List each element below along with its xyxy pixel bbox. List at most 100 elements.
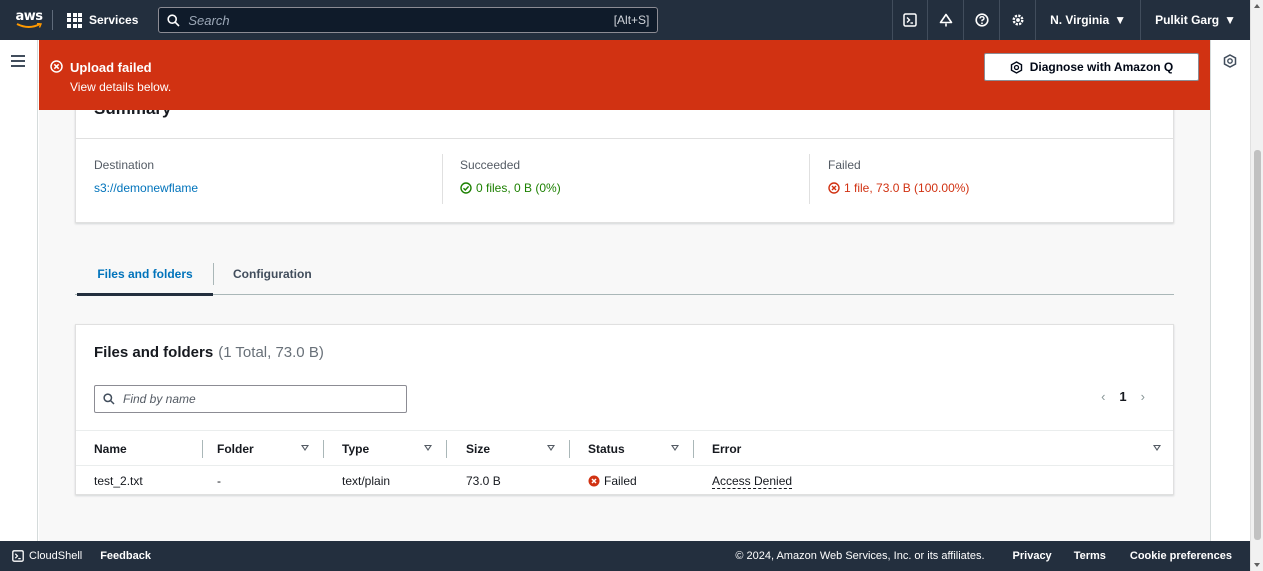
column-header-error[interactable]: Error [712, 431, 741, 467]
destination-value: s3://demonewflame [94, 181, 198, 195]
services-menu-button[interactable]: Services [53, 0, 148, 40]
column-divider [446, 440, 447, 458]
previous-page-icon[interactable]: ‹ [1101, 389, 1105, 404]
services-label: Services [89, 13, 139, 27]
menu-icon[interactable] [11, 55, 25, 70]
privacy-link[interactable]: Privacy [1013, 550, 1052, 562]
table-header: Name Folder Type Size Status Error [76, 430, 1173, 466]
current-page[interactable]: 1 [1119, 389, 1126, 404]
copyright-text: © 2024, Amazon Web Services, Inc. or its… [735, 550, 985, 562]
cookie-preferences-link[interactable]: Cookie preferences [1130, 550, 1232, 562]
error-circle-icon [828, 182, 840, 194]
column-divider [202, 440, 203, 458]
cell-size: 73.0 B [466, 474, 501, 488]
destination-link[interactable]: s3://demonewflame [94, 181, 198, 195]
files-header: Files and folders (1 Total, 73.0 B) [94, 344, 324, 361]
error-flashbar: Upload failed View details below. Diagno… [39, 40, 1210, 110]
failed-column: Failed 1 file, 73.0 B (100.00%) [828, 158, 969, 195]
caret-down-icon: ▼ [1224, 13, 1236, 27]
scrollbar-thumb[interactable] [1254, 150, 1261, 540]
sort-caret-icon[interactable] [424, 445, 432, 451]
pagination: ‹ 1 › [1101, 389, 1145, 404]
failed-text: 1 file, 73.0 B (100.00%) [844, 181, 970, 195]
success-check-icon [460, 182, 472, 194]
scroll-up-arrow-icon[interactable] [1254, 4, 1260, 8]
succeeded-text: 0 files, 0 B (0%) [476, 181, 561, 195]
amazon-q-icon [1010, 60, 1022, 74]
files-count: (1 Total, 73.0 B) [218, 344, 324, 361]
caret-down-icon: ▼ [1114, 13, 1127, 27]
page-scrollbar[interactable] [1250, 0, 1263, 571]
cloudshell-footer-button[interactable]: CloudShell [12, 550, 82, 562]
column-divider [809, 154, 810, 204]
tab-bar: Files and folders Configuration [75, 253, 1174, 296]
find-by-name-input[interactable]: Find by name [94, 385, 407, 413]
sort-caret-icon[interactable] [301, 445, 309, 451]
help-button[interactable] [964, 0, 1001, 40]
succeeded-value: 0 files, 0 B (0%) [460, 181, 561, 195]
footer: CloudShell Feedback © 2024, Amazon Web S… [0, 541, 1250, 571]
top-navigation: aws Services Search [Alt+S] N. Virginia … [0, 0, 1250, 40]
terms-link[interactable]: Terms [1074, 550, 1106, 562]
summary-divider [76, 138, 1173, 139]
next-page-icon[interactable]: › [1141, 389, 1145, 404]
failed-value: 1 file, 73.0 B (100.00%) [828, 181, 969, 195]
error-circle-icon [588, 475, 600, 487]
column-header-type[interactable]: Type [342, 431, 369, 467]
column-divider [569, 440, 570, 458]
tab-configuration[interactable]: Configuration [233, 253, 312, 295]
gear-icon [1012, 14, 1024, 26]
destination-label: Destination [94, 158, 155, 172]
destination-column: Destination s3://demonewflame [94, 158, 198, 195]
diagnose-label: Diagnose with Amazon Q [1029, 60, 1174, 74]
search-shortcut: [Alt+S] [613, 13, 650, 27]
column-header-size[interactable]: Size [466, 431, 490, 467]
tab-divider [213, 263, 214, 285]
error-circle-icon [50, 60, 63, 73]
left-side-rail [0, 40, 38, 541]
cell-status: Failed [588, 466, 637, 496]
user-name: Pulkit Garg [1155, 13, 1220, 27]
error-popover-link[interactable]: Access Denied [712, 474, 793, 489]
column-header-name[interactable]: Name [94, 431, 127, 467]
scroll-down-arrow-icon[interactable] [1254, 563, 1260, 567]
flash-subtitle: View details below. [70, 80, 172, 94]
sort-caret-icon[interactable] [547, 445, 555, 451]
column-divider [323, 440, 324, 458]
column-divider [693, 440, 694, 458]
feedback-link[interactable]: Feedback [100, 550, 151, 562]
tab-files-and-folders[interactable]: Files and folders [77, 253, 213, 296]
files-title: Files and folders [94, 344, 214, 361]
files-and-folders-container: Files and folders (1 Total, 73.0 B) Find… [75, 324, 1174, 495]
region-label: N. Virginia [1050, 13, 1110, 27]
aws-logo[interactable]: aws [6, 0, 52, 40]
cell-folder: - [217, 474, 221, 488]
column-divider [442, 154, 443, 204]
column-header-status[interactable]: Status [588, 431, 625, 467]
column-header-folder[interactable]: Folder [217, 431, 254, 467]
sort-caret-icon[interactable] [1153, 445, 1161, 451]
table-row: test_2.txt - text/plain 73.0 B Failed Ac… [76, 466, 1173, 496]
notifications-button[interactable] [928, 0, 965, 40]
amazon-q-panel-icon[interactable] [1223, 54, 1237, 68]
cloudshell-nav-button[interactable] [892, 0, 929, 40]
account-menu[interactable]: Pulkit Garg ▼ [1141, 0, 1250, 40]
settings-button[interactable] [1000, 0, 1037, 40]
cloudshell-icon [12, 550, 24, 562]
bell-icon [939, 13, 952, 26]
right-side-rail [1210, 40, 1250, 541]
diagnose-with-amazon-q-button[interactable]: Diagnose with Amazon Q [984, 53, 1199, 81]
sort-caret-icon[interactable] [671, 445, 679, 451]
cloudshell-label: CloudShell [29, 550, 83, 562]
cell-type: text/plain [342, 474, 391, 488]
region-selector[interactable]: N. Virginia ▼ [1036, 0, 1142, 40]
search-icon [167, 13, 180, 27]
status-text: Failed [604, 474, 637, 488]
flash-title: Upload failed [70, 60, 152, 75]
services-grid-icon [67, 12, 82, 28]
global-search-input[interactable]: Search [Alt+S] [158, 7, 659, 33]
help-icon [974, 13, 989, 27]
cell-name: test_2.txt [94, 474, 143, 488]
aws-logo-text: aws [15, 9, 43, 24]
search-placeholder: Search [188, 12, 230, 28]
